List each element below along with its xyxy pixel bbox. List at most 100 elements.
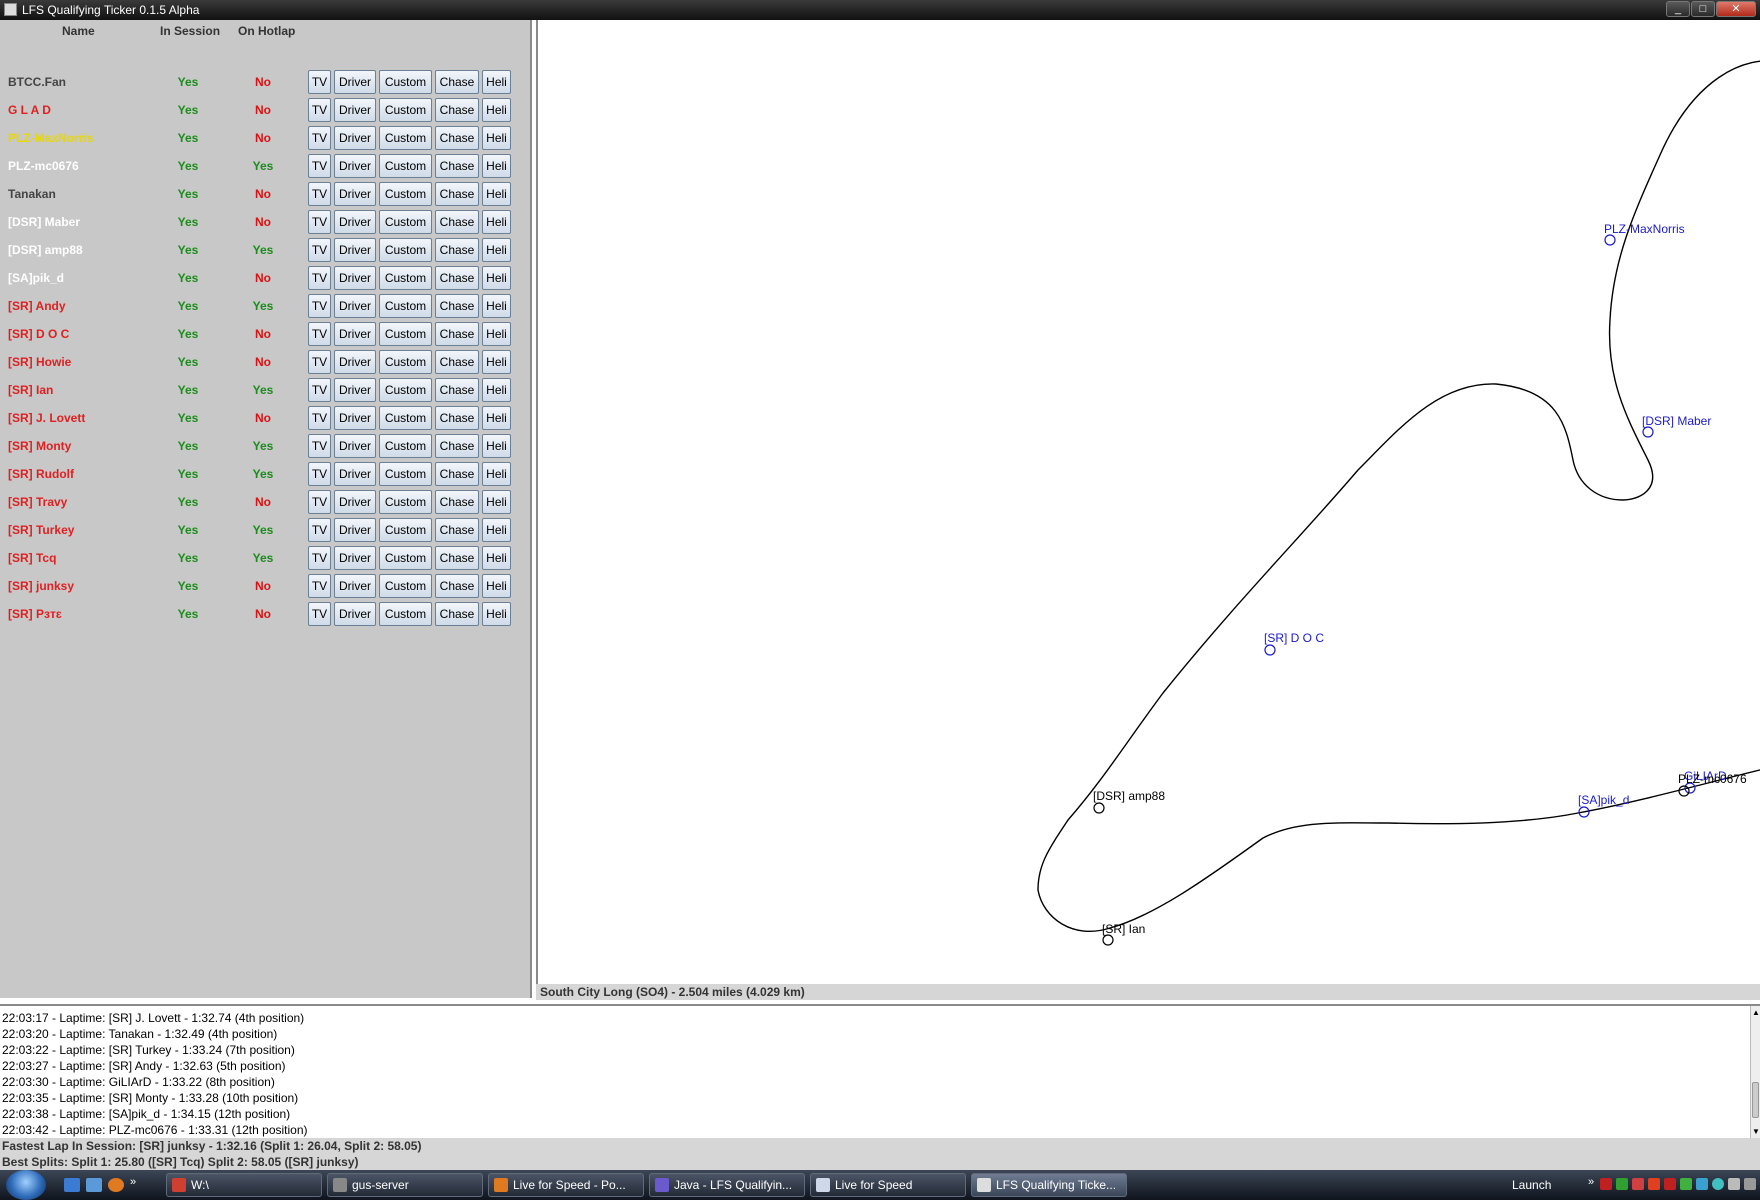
tv-camera-button[interactable]: TV (308, 182, 331, 206)
chase-camera-button[interactable]: Chase (435, 434, 479, 458)
maximize-button[interactable]: □ (1691, 1, 1715, 17)
chase-camera-button[interactable]: Chase (435, 154, 479, 178)
custom-camera-button[interactable]: Custom (379, 266, 432, 290)
driver-camera-button[interactable]: Driver (334, 266, 376, 290)
taskbar-task[interactable]: Live for Speed - Po... (488, 1173, 644, 1197)
driver-camera-button[interactable]: Driver (334, 602, 376, 626)
tv-camera-button[interactable]: TV (308, 350, 331, 374)
minimize-button[interactable]: _ (1666, 1, 1690, 17)
driver-camera-button[interactable]: Driver (334, 154, 376, 178)
log-scrollbar[interactable]: ▲ ▼ (1750, 1006, 1760, 1138)
heli-camera-button[interactable]: Heli (482, 266, 511, 290)
tv-camera-button[interactable]: TV (308, 98, 331, 122)
custom-camera-button[interactable]: Custom (379, 70, 432, 94)
driver-camera-button[interactable]: Driver (334, 126, 376, 150)
driver-camera-button[interactable]: Driver (334, 518, 376, 542)
heli-camera-button[interactable]: Heli (482, 210, 511, 234)
heli-camera-button[interactable]: Heli (482, 602, 511, 626)
quicklaunch-chevron[interactable]: » (130, 1176, 136, 1188)
launch-toolbar[interactable]: Launch (1512, 1178, 1551, 1192)
custom-camera-button[interactable]: Custom (379, 294, 432, 318)
network-icon[interactable] (1696, 1178, 1708, 1190)
tv-camera-button[interactable]: TV (308, 602, 331, 626)
heli-camera-button[interactable]: Heli (482, 294, 511, 318)
tray-icon-3[interactable] (1632, 1178, 1644, 1190)
heli-camera-button[interactable]: Heli (482, 154, 511, 178)
chase-camera-button[interactable]: Chase (435, 182, 479, 206)
tray-chevron[interactable]: » (1588, 1176, 1594, 1188)
driver-camera-button[interactable]: Driver (334, 546, 376, 570)
heli-camera-button[interactable]: Heli (482, 350, 511, 374)
tray-icon-8[interactable] (1712, 1178, 1724, 1190)
tv-camera-button[interactable]: TV (308, 546, 331, 570)
tv-camera-button[interactable]: TV (308, 490, 331, 514)
heli-camera-button[interactable]: Heli (482, 378, 511, 402)
driver-camera-button[interactable]: Driver (334, 210, 376, 234)
custom-camera-button[interactable]: Custom (379, 602, 432, 626)
heli-camera-button[interactable]: Heli (482, 126, 511, 150)
chase-camera-button[interactable]: Chase (435, 462, 479, 486)
close-button[interactable]: ✕ (1716, 1, 1756, 17)
start-button[interactable] (6, 1170, 46, 1200)
heli-camera-button[interactable]: Heli (482, 238, 511, 262)
driver-camera-button[interactable]: Driver (334, 574, 376, 598)
custom-camera-button[interactable]: Custom (379, 462, 432, 486)
custom-camera-button[interactable]: Custom (379, 574, 432, 598)
heli-camera-button[interactable]: Heli (482, 98, 511, 122)
chase-camera-button[interactable]: Chase (435, 266, 479, 290)
custom-camera-button[interactable]: Custom (379, 154, 432, 178)
chase-camera-button[interactable]: Chase (435, 406, 479, 430)
taskbar-task[interactable]: Java - LFS Qualifyin... (649, 1173, 805, 1197)
tv-camera-button[interactable]: TV (308, 518, 331, 542)
tv-camera-button[interactable]: TV (308, 210, 331, 234)
driver-camera-button[interactable]: Driver (334, 490, 376, 514)
taskbar-task[interactable]: Live for Speed (810, 1173, 966, 1197)
chase-camera-button[interactable]: Chase (435, 602, 479, 626)
custom-camera-button[interactable]: Custom (379, 126, 432, 150)
custom-camera-button[interactable]: Custom (379, 238, 432, 262)
chase-camera-button[interactable]: Chase (435, 546, 479, 570)
tv-camera-button[interactable]: TV (308, 322, 331, 346)
custom-camera-button[interactable]: Custom (379, 518, 432, 542)
tv-camera-button[interactable]: TV (308, 434, 331, 458)
switch-windows-icon[interactable] (86, 1178, 102, 1192)
chase-camera-button[interactable]: Chase (435, 350, 479, 374)
tv-camera-button[interactable]: TV (308, 126, 331, 150)
tv-camera-button[interactable]: TV (308, 378, 331, 402)
driver-camera-button[interactable]: Driver (334, 406, 376, 430)
driver-camera-button[interactable]: Driver (334, 182, 376, 206)
heli-camera-button[interactable]: Heli (482, 434, 511, 458)
taskbar-task[interactable]: LFS Qualifying Ticke... (971, 1173, 1127, 1197)
custom-camera-button[interactable]: Custom (379, 182, 432, 206)
heli-camera-button[interactable]: Heli (482, 574, 511, 598)
ati-icon[interactable] (1664, 1178, 1676, 1190)
tray-icon-10[interactable] (1744, 1178, 1756, 1190)
tv-camera-button[interactable]: TV (308, 294, 331, 318)
chase-camera-button[interactable]: Chase (435, 294, 479, 318)
driver-camera-button[interactable]: Driver (334, 238, 376, 262)
heli-camera-button[interactable]: Heli (482, 546, 511, 570)
scroll-thumb[interactable] (1752, 1082, 1759, 1118)
chase-camera-button[interactable]: Chase (435, 70, 479, 94)
driver-camera-button[interactable]: Driver (334, 98, 376, 122)
chase-camera-button[interactable]: Chase (435, 238, 479, 262)
tv-camera-button[interactable]: TV (308, 574, 331, 598)
custom-camera-button[interactable]: Custom (379, 406, 432, 430)
scroll-down-icon[interactable]: ▼ (1752, 1127, 1760, 1136)
driver-camera-button[interactable]: Driver (334, 70, 376, 94)
tv-camera-button[interactable]: TV (308, 462, 331, 486)
chase-camera-button[interactable]: Chase (435, 490, 479, 514)
firefox-icon[interactable] (108, 1178, 124, 1192)
heli-camera-button[interactable]: Heli (482, 490, 511, 514)
heli-camera-button[interactable]: Heli (482, 322, 511, 346)
tray-icon-2[interactable] (1616, 1178, 1628, 1190)
driver-camera-button[interactable]: Driver (334, 350, 376, 374)
driver-camera-button[interactable]: Driver (334, 322, 376, 346)
custom-camera-button[interactable]: Custom (379, 350, 432, 374)
scroll-up-icon[interactable]: ▲ (1752, 1008, 1760, 1017)
volume-icon[interactable] (1728, 1178, 1740, 1190)
tv-camera-button[interactable]: TV (308, 154, 331, 178)
custom-camera-button[interactable]: Custom (379, 546, 432, 570)
custom-camera-button[interactable]: Custom (379, 434, 432, 458)
chase-camera-button[interactable]: Chase (435, 378, 479, 402)
